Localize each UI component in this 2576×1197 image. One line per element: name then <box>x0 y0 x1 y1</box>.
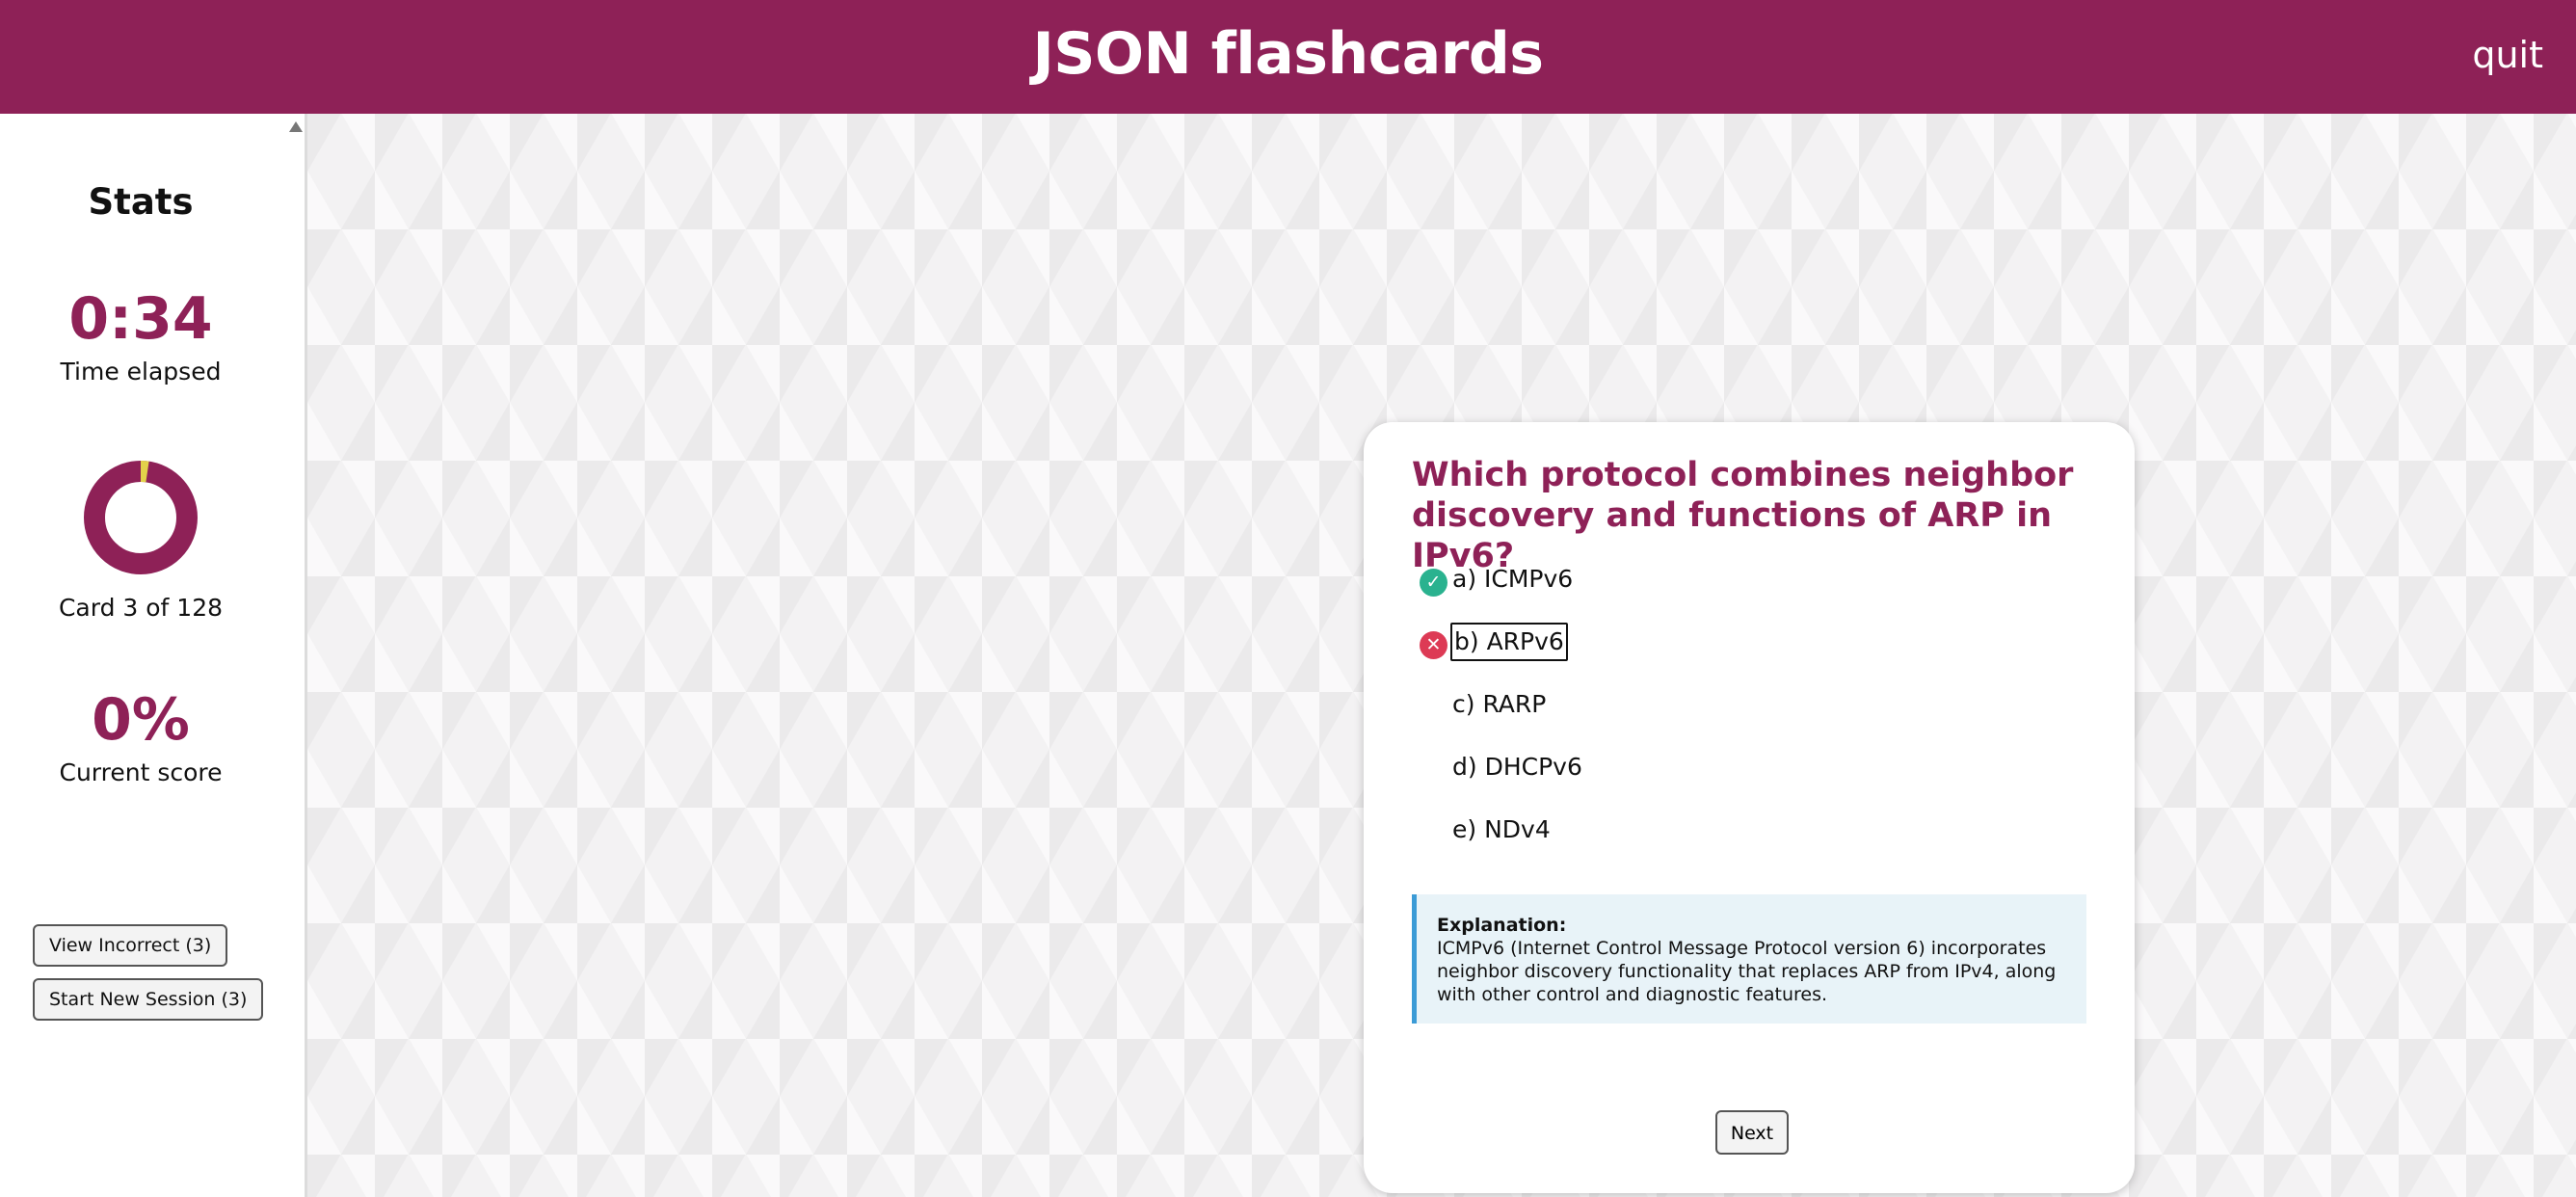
app-header: JSON flashcards quit <box>0 0 2576 114</box>
card-progress-label: Card 3 of 128 <box>58 594 224 622</box>
option-e[interactable]: e) NDv4 <box>1412 808 2086 856</box>
option-a[interactable]: ✓ a) ICMPv6 <box>1412 557 2086 605</box>
current-score-label: Current score <box>59 758 223 786</box>
option-label: a) ICMPv6 <box>1452 565 1574 593</box>
explanation-text: ICMPv6 (Internet Control Message Protoco… <box>1437 938 2057 1005</box>
flashcard: Which protocol combines neighbor discove… <box>1364 422 2135 1193</box>
current-score-value: 0% <box>92 686 190 754</box>
stats-title: Stats <box>88 181 194 223</box>
progress-donut <box>84 461 198 574</box>
explanation-title: Explanation: <box>1437 915 1567 936</box>
app-title: JSON flashcards <box>1032 20 1544 88</box>
option-label: d) DHCPv6 <box>1452 753 1582 781</box>
scroll-up-arrow-icon[interactable] <box>289 121 303 132</box>
stats-sidebar: Stats 0:34 Time elapsed Card 3 of 128 0%… <box>0 114 307 1197</box>
start-new-session-button[interactable]: Start New Session (3) <box>33 978 264 1021</box>
time-elapsed-value: 0:34 <box>68 285 213 353</box>
option-b[interactable]: ✕ b) ARPv6 <box>1412 620 2086 668</box>
view-incorrect-button[interactable]: View Incorrect (3) <box>33 924 228 967</box>
option-d[interactable]: d) DHCPv6 <box>1412 745 2086 793</box>
time-elapsed-label: Time elapsed <box>60 358 222 386</box>
option-label: c) RARP <box>1452 690 1547 718</box>
main-area: Which protocol combines neighbor discove… <box>307 114 2576 1197</box>
next-button[interactable]: Next <box>1715 1110 1789 1155</box>
option-c[interactable]: c) RARP <box>1412 682 2086 731</box>
progress-donut-track <box>84 461 198 574</box>
x-circle-icon: ✕ <box>1420 631 1447 659</box>
quit-link[interactable]: quit <box>2472 0 2543 114</box>
option-label: b) ARPv6 <box>1450 623 1568 661</box>
explanation-box: Explanation: ICMPv6 (Internet Control Me… <box>1412 894 2086 1024</box>
option-label: e) NDv4 <box>1452 815 1551 843</box>
check-circle-icon: ✓ <box>1420 569 1447 597</box>
